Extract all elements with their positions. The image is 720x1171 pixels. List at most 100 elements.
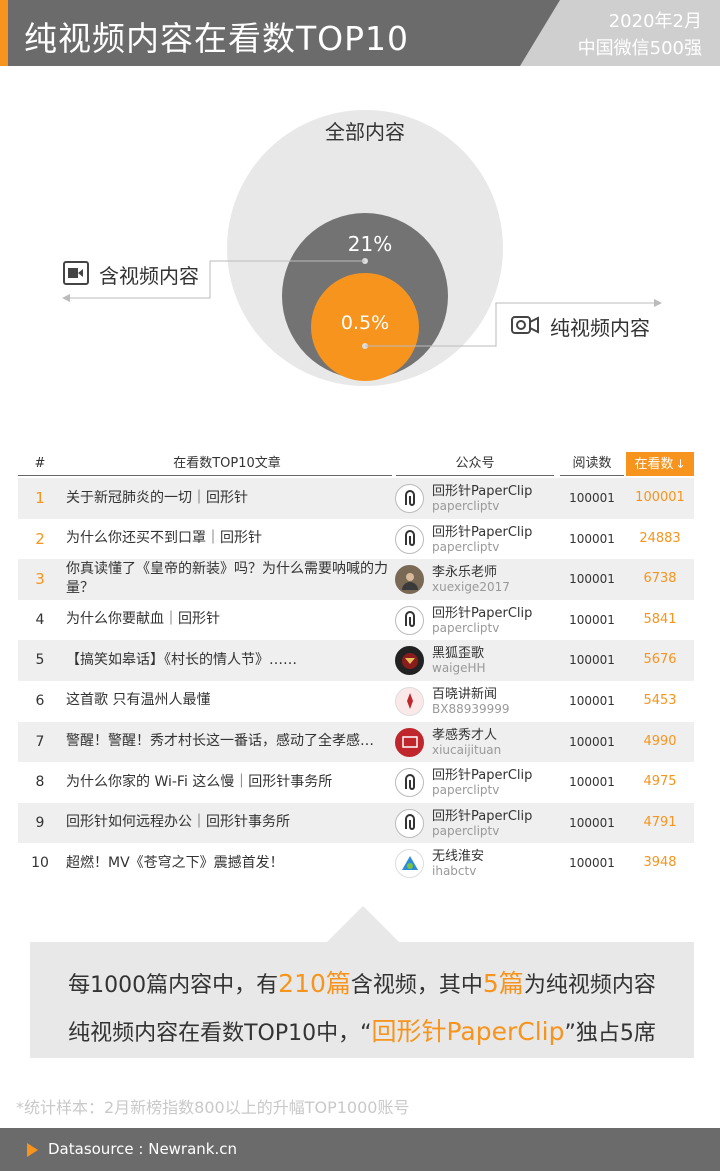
- row-rank: 2: [35, 529, 45, 548]
- account-name[interactable]: 回形针PaperClip: [432, 764, 532, 783]
- article-title[interactable]: 超燃！MV《苍穹之下》震撼首发！: [66, 843, 396, 883]
- xiaogan-avatar-icon: [395, 727, 424, 757]
- pure-leader-arrow: [654, 299, 662, 307]
- article-title[interactable]: 为什么你要献血｜回形针: [66, 600, 396, 640]
- account-id: xuexige2017: [432, 580, 510, 595]
- account-id: papercliptv: [432, 499, 500, 513]
- account-name[interactable]: 百晓讲新闻: [432, 683, 497, 702]
- account-name[interactable]: 回形针PaperClip: [432, 805, 532, 824]
- highlight-paperclip: 回形针PaperClip: [371, 1017, 565, 1046]
- header-banner: 纯视频内容在看数TOP10 2020年2月 中国微信500强: [0, 0, 720, 66]
- watch-count: 5841: [643, 611, 677, 627]
- watch-count: 4975: [643, 774, 677, 790]
- table-row[interactable]: 10 超燃！MV《苍穹之下》震撼首发！ 无线淮安 ihabctv 100001 3948: [18, 843, 694, 884]
- table-row[interactable]: 6 这首歌 只有温州人最懂 百晓讲新闻 BX88939999 100001 5453: [18, 681, 694, 722]
- datasource-label: Datasource : Newrank.cn: [48, 1140, 238, 1158]
- sort-down-icon: ↓: [675, 457, 686, 471]
- account-name[interactable]: 无线淮安: [432, 845, 484, 864]
- article-title[interactable]: 为什么你还买不到口罩｜回形针: [66, 519, 396, 559]
- row-rank: 9: [35, 814, 45, 831]
- sample-footnote: *统计样本：2月新榜指数800以上的升幅TOP1000账号: [16, 1098, 410, 1117]
- read-count: 100001: [569, 653, 615, 668]
- read-count: 100001: [569, 693, 615, 708]
- col-header-title: 在看数TOP10文章: [62, 452, 392, 476]
- paperclip-avatar-icon: [395, 605, 424, 635]
- venn-leader-lines: [62, 258, 662, 349]
- account-id: BX88939999: [432, 701, 510, 716]
- account-id: xiucaijituan: [432, 742, 502, 757]
- row-rank: 1: [35, 489, 45, 507]
- watch-count: 6738: [643, 571, 677, 587]
- venn-diagram: 全部内容 21% 0.5% 含视频内容 纯视频内容: [0, 80, 720, 410]
- account-name[interactable]: 李永乐老师: [432, 561, 497, 580]
- fox-avatar-icon: [395, 646, 424, 676]
- pure-legend-label: 纯视频内容: [550, 316, 650, 340]
- table-row[interactable]: 5 【搞笑如皋话】《村长的情人节》…… 黑狐歪歌 waigeHH 100001 5676: [18, 640, 694, 681]
- account-name[interactable]: 孝感秀才人: [432, 724, 497, 743]
- paperclip-avatar-icon: [395, 484, 424, 513]
- article-title[interactable]: 这首歌 只有温州人最懂: [66, 681, 396, 721]
- paperclip-avatar-icon: [395, 808, 424, 838]
- highlight-5: 5篇: [482, 969, 524, 998]
- header-accent-stripe: [0, 0, 8, 66]
- table-body: 1 关于新冠肺炎的一切｜回形针 回形针PaperClip papercliptv 100…: [18, 476, 694, 884]
- callout-pointer: [326, 906, 400, 943]
- table-header: # 在看数TOP10文章 公众号 阅读数 在看数 ↓: [18, 452, 694, 476]
- account-id: papercliptv: [432, 783, 500, 798]
- watch-count: 5453: [643, 692, 677, 708]
- paperclip-avatar-icon: [395, 524, 424, 554]
- watch-count: 24883: [639, 530, 681, 546]
- col-header-watch[interactable]: 在看数 ↓: [626, 452, 694, 476]
- account-name[interactable]: 回形针PaperClip: [432, 521, 532, 540]
- watch-count: 4990: [643, 733, 677, 749]
- pure-legend: 纯视频内容: [510, 312, 650, 341]
- read-count: 100001: [569, 856, 615, 871]
- table-row[interactable]: 3 你真读懂了《皇帝的新装》吗？为什么需要呐喊的力量？ 李永乐老师 xuexige20…: [18, 559, 694, 600]
- article-title[interactable]: 警醒！警醒！秀才村长这一番话，感动了全孝感…: [66, 722, 396, 762]
- table-row[interactable]: 8 为什么你家的 Wi-Fi 这么慢｜回形针事务所 回形针PaperClip pape…: [18, 762, 694, 803]
- summary-callout: 每1000篇内容中，有210篇含视频，其中5篇为纯视频内容 纯视频内容在看数TO…: [30, 942, 694, 1058]
- footer-bar: Datasource : Newrank.cn: [0, 1128, 720, 1171]
- row-rank: 8: [35, 774, 45, 791]
- table-row[interactable]: 1 关于新冠肺炎的一切｜回形针 回形针PaperClip papercliptv 100…: [18, 478, 694, 519]
- account-name[interactable]: 黑狐歪歌: [432, 642, 484, 661]
- read-count: 100001: [569, 491, 615, 505]
- table-row[interactable]: 2 为什么你还买不到口罩｜回形针 回形针PaperClip papercliptv 10…: [18, 519, 694, 560]
- read-count: 100001: [569, 775, 615, 790]
- watch-count: 3948: [643, 855, 677, 871]
- account-name[interactable]: 回形针PaperClip: [432, 602, 532, 621]
- account-id: papercliptv: [432, 620, 500, 635]
- summary-line-1: 每1000篇内容中，有210篇含视频，其中5篇为纯视频内容: [68, 969, 656, 998]
- article-title[interactable]: 回形针如何远程办公｜回形针事务所: [66, 803, 396, 843]
- article-title[interactable]: 关于新冠肺炎的一切｜回形针: [66, 478, 396, 518]
- paperclip-avatar-icon: [395, 768, 424, 798]
- article-title[interactable]: 你真读懂了《皇帝的新装》吗？为什么需要呐喊的力量？: [66, 559, 396, 599]
- row-rank: 10: [31, 855, 49, 872]
- table-row[interactable]: 4 为什么你要献血｜回形针 回形针PaperClip papercliptv 10000…: [18, 600, 694, 641]
- col-header-watch-label: 在看数: [634, 457, 674, 472]
- header-scope: 中国微信500强: [577, 38, 702, 59]
- read-count: 100001: [569, 815, 615, 830]
- watch-count: 4791: [643, 814, 677, 830]
- article-title[interactable]: 【搞笑如皋话】《村长的情人节》……: [66, 640, 396, 680]
- row-rank: 5: [35, 652, 45, 669]
- header-date: 2020年2月: [608, 11, 702, 32]
- read-count: 100001: [569, 734, 615, 749]
- article-title[interactable]: 为什么你家的 Wi-Fi 这么慢｜回形针事务所: [66, 762, 396, 802]
- page-title: 纯视频内容在看数TOP10: [24, 19, 410, 58]
- row-rank: 7: [35, 733, 45, 750]
- col-header-account: 公众号: [396, 452, 554, 476]
- row-rank: 3: [35, 570, 45, 589]
- watch-count: 100001: [635, 490, 685, 505]
- table-row[interactable]: 7 警醒！警醒！秀才村长这一番话，感动了全孝感… 孝感秀才人 xiucaijituan…: [18, 721, 694, 763]
- account-name[interactable]: 回形针PaperClip: [432, 480, 532, 499]
- col-header-reads: 阅读数: [560, 452, 624, 476]
- huaian-avatar-icon: [395, 849, 424, 879]
- highlight-210: 210篇: [278, 969, 351, 998]
- table-row[interactable]: 9 回形针如何远程办公｜回形针事务所 回形针PaperClip papercliptv…: [18, 802, 694, 844]
- news-avatar-icon: [395, 686, 424, 716]
- row-rank: 6: [35, 692, 45, 709]
- video-legend-label: 含视频内容: [99, 264, 199, 288]
- account-id: waigeHH: [432, 661, 486, 676]
- account-id: ihabctv: [432, 864, 477, 879]
